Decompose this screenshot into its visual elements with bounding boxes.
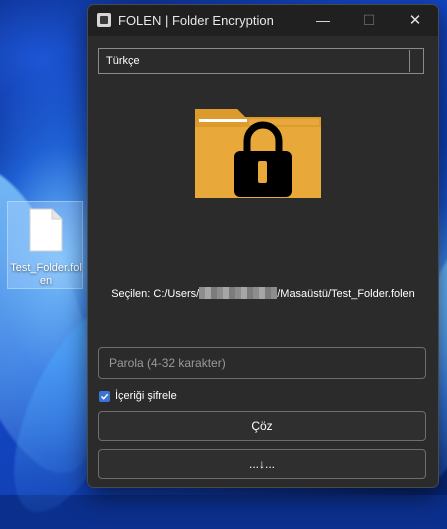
language-select[interactable]: Türkçe	[98, 48, 424, 74]
selected-file-path: Seçilen: C:/Users/ /Masaüstü/Test_Folder.…	[88, 287, 438, 300]
maximize-button[interactable]: ☐	[346, 5, 392, 36]
selected-path-suffix: /Masaüstü/Test_Folder.folen	[277, 288, 415, 300]
password-input[interactable]	[98, 347, 426, 379]
app-window: FOLEN | Folder Encryption — ☐ ✕ Türkçe S…	[87, 4, 439, 488]
checkmark-icon	[100, 393, 109, 400]
folder-lock-icon	[195, 109, 321, 198]
title-bar[interactable]: FOLEN | Folder Encryption — ☐ ✕	[88, 5, 438, 36]
file-icon	[29, 208, 63, 252]
encrypt-contents-checkbox[interactable]	[99, 391, 110, 402]
dropdown-divider	[409, 50, 410, 72]
decrypt-button[interactable]: Çöz	[98, 411, 426, 441]
desktop-file-icon[interactable]: Test_Folder.folen	[7, 201, 83, 289]
desktop-icon-label: Test_Folder.folen	[10, 262, 82, 287]
language-selected-value: Türkçe	[106, 55, 140, 67]
selected-path-prefix: Seçilen: C:/Users/	[111, 288, 200, 300]
app-icon	[97, 13, 111, 27]
minimize-button[interactable]: —	[300, 5, 346, 36]
progress-button[interactable]: ...↓...	[98, 449, 426, 479]
close-button[interactable]: ✕	[392, 5, 438, 36]
window-title: FOLEN | Folder Encryption	[118, 13, 274, 28]
redacted-username	[199, 287, 278, 299]
encrypt-contents-label: İçeriği şifrele	[115, 390, 177, 402]
main-content: Türkçe Seçilen: C:/Users/ /Masaüstü/Test_…	[88, 36, 438, 487]
